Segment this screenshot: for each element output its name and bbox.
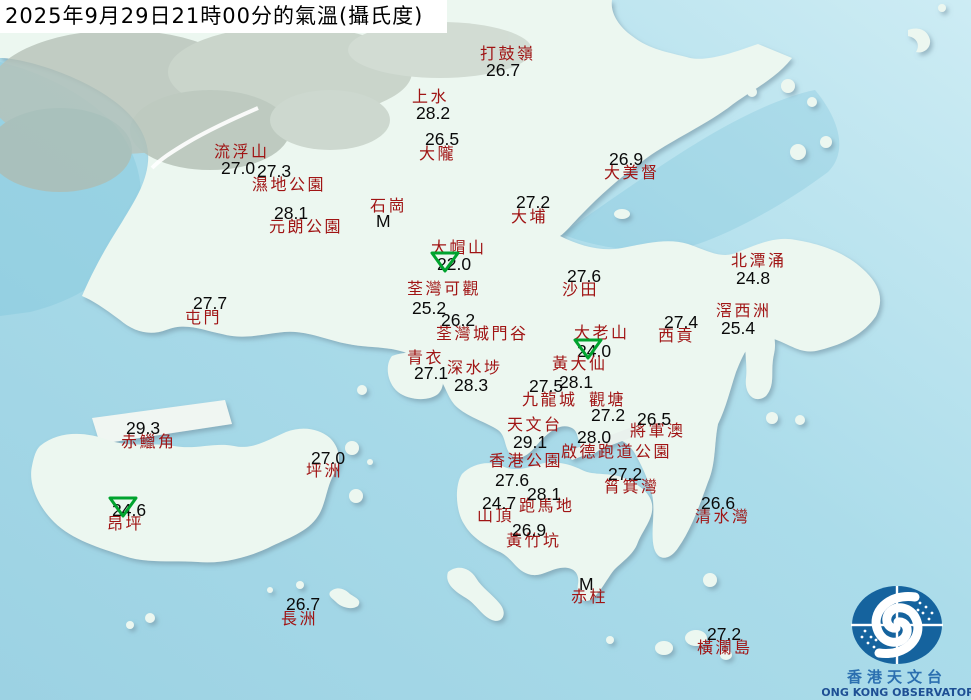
station-temperature-value: 28.0 (577, 429, 611, 447)
station-temperature-value: 26.5 (637, 411, 671, 429)
station-temperature-value: 26.7 (286, 596, 320, 614)
station-temperature-value: 29.1 (513, 434, 547, 452)
station-temperature-value: M (579, 576, 594, 594)
station-temperature-value: 26.2 (441, 312, 475, 330)
station-temperature-value: 27.6 (495, 472, 529, 490)
station-temperature-value: 27.2 (707, 626, 741, 644)
station-temperature-value: 26.9 (512, 522, 546, 540)
station-temperature-value: 28.1 (274, 205, 308, 223)
station-temperature-value: 26.7 (486, 62, 520, 80)
station-temperature-value: 29.3 (126, 420, 160, 438)
station-temperature-value: 27.6 (567, 268, 601, 286)
station-temperature-value: 27.4 (664, 314, 698, 332)
station-temperature-value: 28.1 (527, 486, 561, 504)
hko-logo-icon (851, 586, 943, 664)
hko-logo: 香港天文台 HONG KONG OBSERVATORY (822, 583, 971, 700)
station-name-label: 荃灣可觀 (407, 281, 481, 297)
station-temperature-value: 27.7 (193, 295, 227, 313)
station-temperature-value: 28.3 (454, 377, 488, 395)
station-name-label: 深水埗 (447, 360, 503, 376)
station-temperature-value: 27.0 (311, 450, 345, 468)
station-temperature-value: 27.5 (529, 378, 563, 396)
station-temperature-value: 27.2 (516, 194, 550, 212)
station-temperature-value: M (376, 213, 391, 231)
station-temperature-value: 27.1 (414, 365, 448, 383)
station-temperature-value: 27.3 (257, 163, 291, 181)
station-name-label: 黃大仙 (552, 356, 608, 372)
station-temperature-value: 24.7 (482, 495, 516, 513)
station-temperature-value: 27.0 (221, 160, 255, 178)
record-low-triangle-icon (108, 496, 138, 518)
temperature-map-screen: 2025年9月29日21時00分的氣溫(攝氏度) 打鼓嶺26.7上水28.2大隴… (0, 0, 971, 700)
station-temperature-value: 27.2 (608, 466, 642, 484)
station-temperature-value: 26.5 (425, 131, 459, 149)
station-name-label: 北潭涌 (731, 253, 787, 269)
station-name-label: 滘西洲 (716, 303, 772, 319)
station-temperature-value: 24.8 (736, 270, 770, 288)
station-temperature-value: 26.9 (609, 151, 643, 169)
hko-logo-name-en: HONG KONG OBSERVATORY (822, 686, 971, 699)
station-name-label: 天文台 (507, 417, 563, 433)
station-temperature-value: 28.2 (416, 105, 450, 123)
record-low-triangle-icon (430, 251, 460, 273)
station-temperature-value: 28.1 (559, 374, 593, 392)
hko-logo-name-cn: 香港天文台 (847, 668, 947, 686)
station-name-label: 香港公園 (489, 453, 563, 469)
station-temperature-value: 26.6 (701, 495, 735, 513)
station-temperature-value: 25.4 (721, 320, 755, 338)
station-temperature-value: 27.2 (591, 407, 625, 425)
